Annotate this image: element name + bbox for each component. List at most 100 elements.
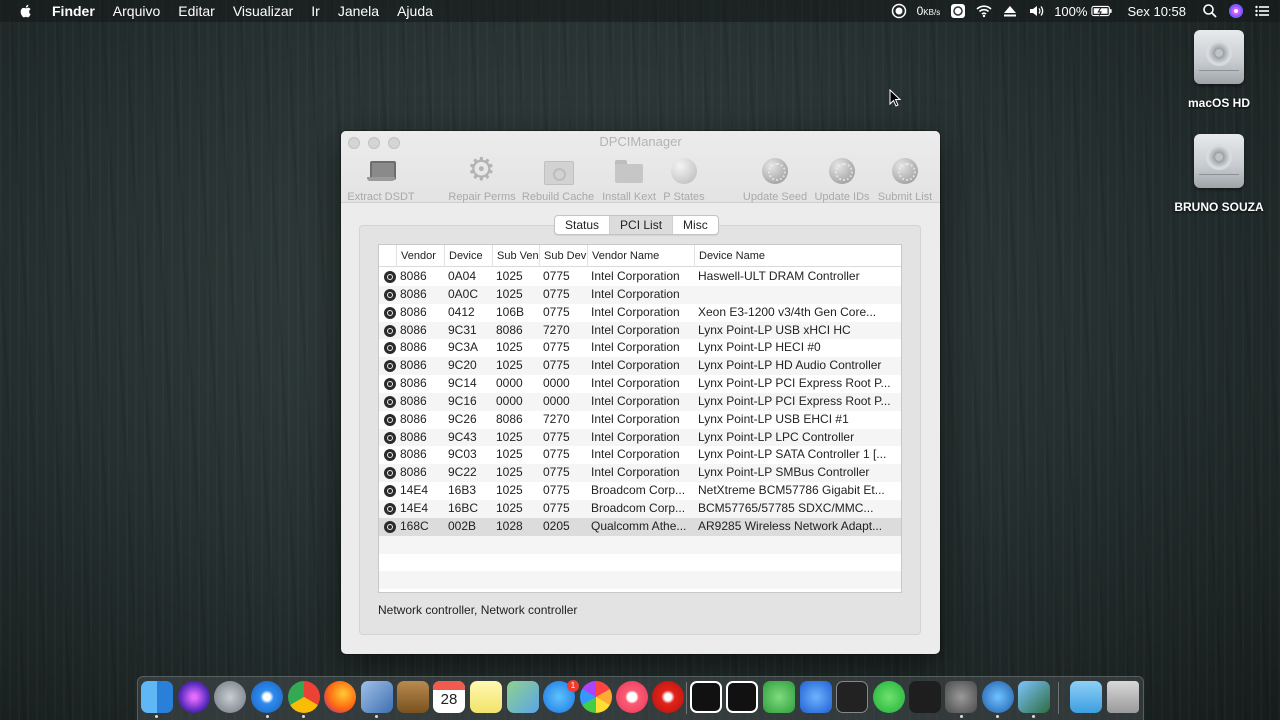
dpcimanager-window: DPCIManager Extract DSDT Repair Perms Re… (341, 131, 940, 654)
network-speed[interactable]: 0KB/s (917, 4, 941, 18)
safari-icon[interactable] (251, 681, 283, 713)
table-row[interactable]: 8086 0A0C 1025 0775 Intel Corporation (379, 285, 901, 304)
menu-ajuda[interactable]: Ajuda (397, 3, 433, 19)
folder-stack-icon[interactable] (1070, 681, 1102, 713)
volume-icon[interactable] (1028, 3, 1044, 19)
cell-vendor-name: Intel Corporation (591, 286, 680, 301)
android-app-icon[interactable] (763, 681, 795, 713)
desktop-icon-macos-hd[interactable]: macOS HD (1164, 30, 1274, 110)
menu-arquivo[interactable]: Arquivo (113, 3, 160, 19)
chrome-icon[interactable] (288, 681, 320, 713)
cell-device-name: Lynx Point-LP HD Audio Controller (698, 358, 882, 373)
table-row[interactable]: 8086 0A04 1025 0775 Intel Corporation Haswell… (379, 268, 901, 286)
toolbar-extract-dsdt-button[interactable]: Extract DSDT (341, 155, 421, 203)
table-header: Vendor Device Sub Ven Sub Dev Vendor Nam… (379, 245, 901, 267)
menu-ir[interactable]: Ir (311, 3, 320, 19)
toolbar-rebuild-cache-button[interactable]: Rebuild Cache (518, 155, 598, 203)
toolbar-p-states-button[interactable]: P States (644, 155, 724, 203)
whatsapp-icon[interactable] (873, 681, 905, 713)
cell-sub-ven: 1025 (496, 483, 523, 498)
audio-app-1-icon[interactable] (690, 681, 722, 713)
tab-pci-list[interactable]: PCI List (610, 216, 674, 234)
cell-device: 9C20 (448, 358, 477, 373)
stickies-icon[interactable] (470, 681, 502, 713)
desktop-icon-label: macOS HD (1187, 96, 1251, 110)
desktop-icon-bruno-souza[interactable]: BRUNO SOUZA (1164, 134, 1274, 214)
table-row[interactable]: 8086 9C31 8086 7270 Intel Corporation Lynx Po… (379, 321, 901, 340)
calendar-day: 28 (440, 691, 458, 708)
notes-book-icon[interactable] (397, 681, 429, 713)
cell-device-name: Lynx Point-LP PCI Express Root P... (698, 393, 891, 408)
app-status-icon[interactable] (950, 3, 966, 19)
table-row[interactable]: 168C 002B 1028 0205 Qualcomm Athe... AR9285 W… (379, 517, 901, 536)
cell-vendor-name: Intel Corporation (591, 358, 680, 373)
cell-vendor-name: Intel Corporation (591, 411, 680, 426)
maps-icon[interactable] (507, 681, 539, 713)
disk-utility-icon[interactable] (1018, 681, 1050, 713)
calendar-icon[interactable]: 28 (433, 681, 465, 713)
clock[interactable]: Sex 10:58 (1127, 4, 1186, 19)
table-row[interactable]: 8086 0412 106B 0775 Intel Corporation Xeon E3… (379, 304, 901, 322)
audio-app-3-icon[interactable] (800, 681, 832, 713)
itunes-icon[interactable] (616, 681, 648, 713)
table-row[interactable]: 8086 9C14 0000 0000 Intel Corporation Lynx Po… (379, 375, 901, 393)
cell-vendor: 8086 (400, 376, 427, 391)
record-icon[interactable] (891, 3, 907, 19)
table-row[interactable]: 8086 9C03 1025 0775 Intel Corporation Lynx Po… (379, 446, 901, 464)
pci-device-table[interactable]: Vendor Device Sub Ven Sub Dev Vendor Nam… (378, 244, 902, 593)
table-row[interactable]: 14E4 16BC 1025 0775 Broadcom Corp... BCM57765… (379, 499, 901, 518)
table-row[interactable]: 8086 9C43 1025 0775 Intel Corporation Lynx Po… (379, 428, 901, 447)
launchpad-icon[interactable] (214, 681, 246, 713)
siri-icon[interactable] (178, 681, 210, 713)
apple-icon[interactable] (18, 3, 34, 19)
cell-device-name: Lynx Point-LP HECI #0 (698, 340, 821, 355)
notification-center-icon[interactable] (1254, 3, 1270, 19)
photos-icon[interactable] (580, 681, 612, 713)
table-row[interactable]: 8086 9C26 8086 7270 Intel Corporation Lynx Po… (379, 411, 901, 429)
audio-app-2-icon[interactable] (726, 681, 758, 713)
table-row[interactable]: 8086 9C20 1025 0775 Intel Corporation Lynx Po… (379, 357, 901, 376)
column-header-vendor-name[interactable]: Vendor Name (587, 245, 695, 267)
unity-icon[interactable] (836, 681, 868, 713)
video-app-icon[interactable] (652, 681, 684, 713)
battery-percent[interactable]: 100% (1054, 4, 1087, 19)
running-indicator (960, 715, 963, 718)
toolbar-label: Rebuild Cache (521, 191, 595, 203)
table-row[interactable]: 8086 9C22 1025 0775 Intel Corporation Lynx Po… (379, 464, 901, 483)
column-header-device[interactable]: Device (444, 245, 492, 267)
firefox-icon[interactable] (324, 681, 356, 713)
menu-visualizar[interactable]: Visualizar (233, 3, 293, 19)
menu-finder[interactable]: Finder (52, 3, 95, 19)
menu-janela[interactable]: Janela (338, 3, 379, 19)
trash-icon[interactable] (1107, 681, 1139, 713)
pci-device-icon (384, 449, 396, 462)
window-titlebar[interactable]: DPCIManager Extract DSDT Repair Perms Re… (341, 131, 940, 203)
menu-editar[interactable]: Editar (178, 3, 215, 19)
column-header-sub-dev[interactable]: Sub Dev (539, 245, 587, 267)
battery-icon[interactable] (1091, 3, 1113, 19)
table-row[interactable]: 8086 9C16 0000 0000 Intel Corporation Lynx Po… (379, 392, 901, 411)
cell-sub-ven: 106B (496, 304, 525, 319)
spotlight-search-icon[interactable] (1202, 3, 1218, 19)
cell-vendor: 8086 (400, 286, 427, 301)
wifi-icon[interactable] (976, 3, 992, 19)
finder-icon[interactable] (141, 681, 173, 713)
system-preferences-icon[interactable] (945, 681, 977, 713)
eject-icon[interactable] (1002, 3, 1018, 19)
siri-icon[interactable] (1228, 3, 1244, 19)
tab-misc[interactable]: Misc (673, 216, 718, 234)
toolbar-submit-list-button[interactable]: Submit List (865, 155, 940, 203)
preview-icon[interactable] (361, 681, 393, 713)
downloader-icon[interactable] (909, 681, 941, 713)
cell-sub-dev: 0775 (543, 269, 570, 283)
cell-vendor: 168C (400, 518, 429, 533)
toolbar-repair-perms-button[interactable]: Repair Perms (442, 151, 522, 203)
table-row[interactable]: 8086 9C3A 1025 0775 Intel Corporation Lynx Po… (379, 339, 901, 357)
cell-sub-dev: 0775 (543, 340, 570, 355)
column-header-vendor[interactable]: Vendor (396, 245, 448, 267)
tab-status[interactable]: Status (555, 216, 611, 234)
column-header-device-name[interactable]: Device Name (694, 245, 902, 267)
browser-icon[interactable] (982, 681, 1014, 713)
column-header-sub-ven[interactable]: Sub Ven (492, 245, 540, 267)
table-row[interactable]: 14E4 16B3 1025 0775 Broadcom Corp... NetXtrem… (379, 482, 901, 500)
